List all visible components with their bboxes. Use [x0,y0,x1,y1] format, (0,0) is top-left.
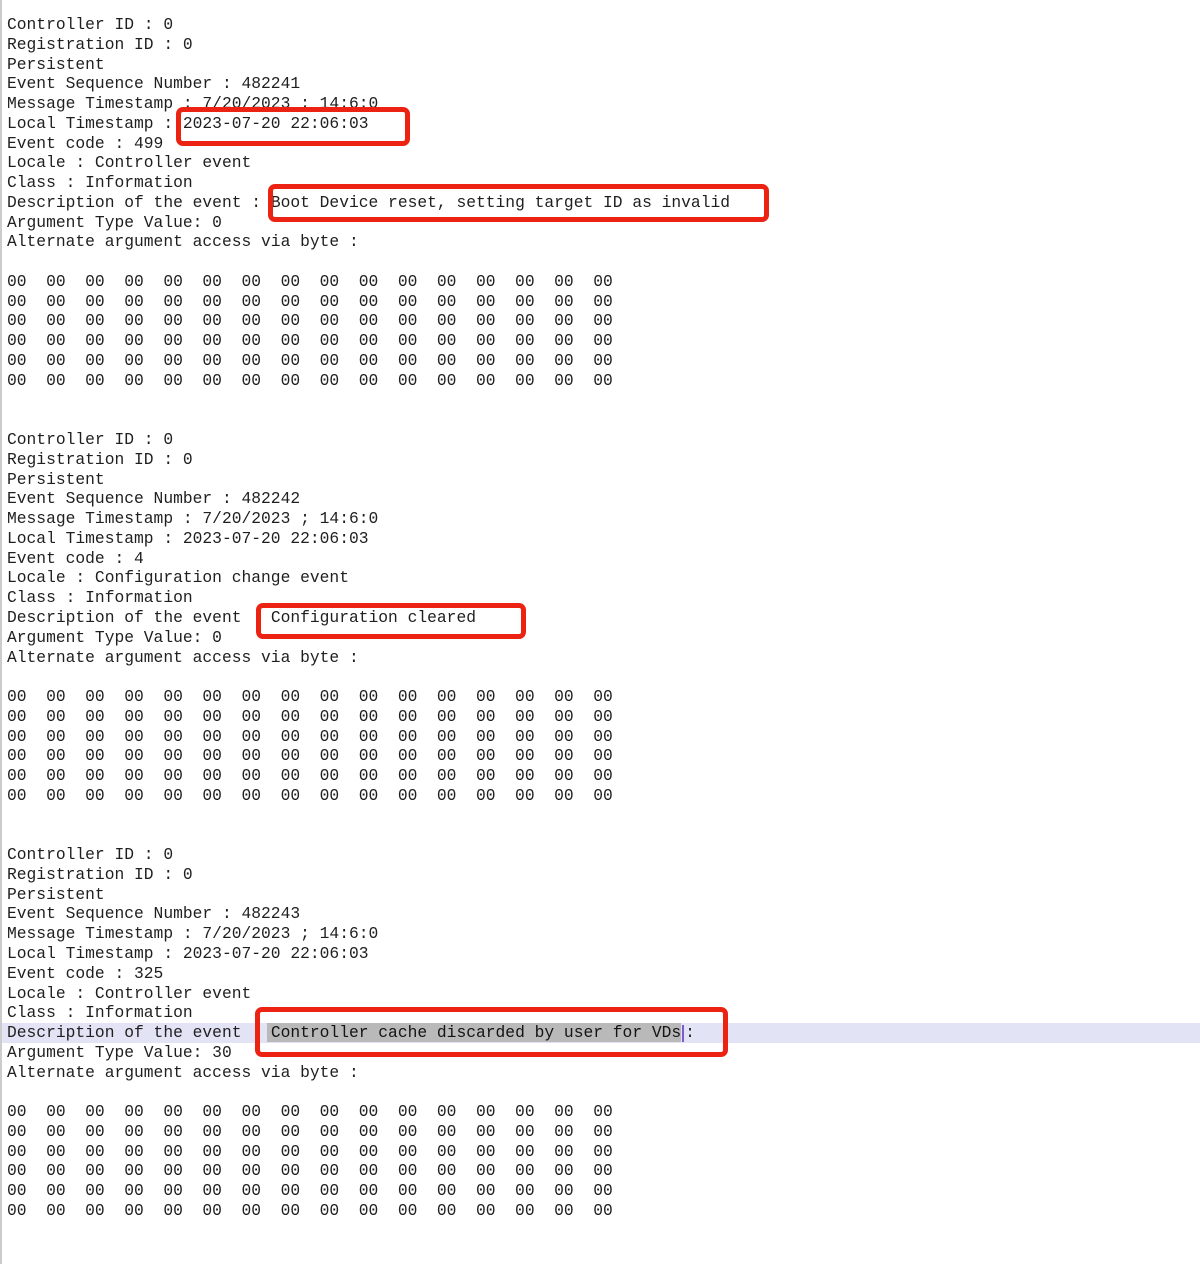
field-controller-id: Controller ID : 0 [7,430,1200,450]
blank-line [7,806,1200,826]
field-persistent: Persistent [7,55,1200,75]
event-log-text[interactable]: Controller ID : 0Registration ID : 0Pers… [0,0,1200,1260]
field-locale: Locale : Configuration change event [7,568,1200,588]
window-left-edge [0,0,2,1264]
hex-dump-row: 00 00 00 00 00 00 00 00 00 00 00 00 00 0… [7,311,1200,331]
description-text: Configuration cleared [271,608,476,627]
hex-dump-row: 00 00 00 00 00 00 00 00 00 00 00 00 00 0… [7,1142,1200,1162]
field-locale: Locale : Controller event [7,153,1200,173]
blank-line [7,410,1200,430]
field-alternate-argument: Alternate argument access via byte : [7,232,1200,252]
field-message-timestamp: Message Timestamp : 7/20/2023 ; 14:6:0 [7,94,1200,114]
field-event-code: Event code : 499 [7,134,1200,154]
field-description: Description of the event Configuration c… [7,608,1200,628]
field-controller-id: Controller ID : 0 [7,845,1200,865]
field-description: Description of the event Controller cach… [0,1023,1200,1043]
hex-dump-row: 00 00 00 00 00 00 00 00 00 00 00 00 00 0… [7,292,1200,312]
blank-line [7,1240,1200,1260]
field-registration-id: Registration ID : 0 [7,35,1200,55]
field-class: Class : Information [7,588,1200,608]
hex-dump-row: 00 00 00 00 00 00 00 00 00 00 00 00 00 0… [7,727,1200,747]
field-message-timestamp: Message Timestamp : 7/20/2023 ; 14:6:0 [7,924,1200,944]
hex-dump-row: 00 00 00 00 00 00 00 00 00 00 00 00 00 0… [7,1181,1200,1201]
hex-dump-row: 00 00 00 00 00 00 00 00 00 00 00 00 00 0… [7,1161,1200,1181]
field-argument-type-value: Argument Type Value: 30 [7,1043,1200,1063]
hex-dump-row: 00 00 00 00 00 00 00 00 00 00 00 00 00 0… [7,1122,1200,1142]
field-alternate-argument: Alternate argument access via byte : [7,648,1200,668]
hex-dump-row: 00 00 00 00 00 00 00 00 00 00 00 00 00 0… [7,707,1200,727]
field-controller-id: Controller ID : 0 [7,15,1200,35]
field-locale: Locale : Controller event [7,984,1200,1004]
description-label: Description of the event [7,608,271,627]
hex-dump-row: 00 00 00 00 00 00 00 00 00 00 00 00 00 0… [7,371,1200,391]
blank-line [7,667,1200,687]
field-event-code: Event code : 325 [7,964,1200,984]
description-text: Boot Device reset, setting target ID as … [271,193,730,212]
field-registration-id: Registration ID : 0 [7,865,1200,885]
field-argument-type-value: Argument Type Value: 0 [7,213,1200,233]
hex-dump-row: 00 00 00 00 00 00 00 00 00 00 00 00 00 0… [7,687,1200,707]
field-message-timestamp: Message Timestamp : 7/20/2023 ; 14:6:0 [7,509,1200,529]
field-local-timestamp: Local Timestamp : 2023-07-20 22:06:03 [7,944,1200,964]
field-local-timestamp: Local Timestamp : 2023-07-20 22:06:03 [7,529,1200,549]
field-event-sequence-number: Event Sequence Number : 482241 [7,74,1200,94]
hex-dump-row: 00 00 00 00 00 00 00 00 00 00 00 00 00 0… [7,766,1200,786]
blank-line [7,1082,1200,1102]
text-cursor [682,1025,684,1042]
field-event-sequence-number: Event Sequence Number : 482243 [7,904,1200,924]
field-persistent: Persistent [7,885,1200,905]
field-event-sequence-number: Event Sequence Number : 482242 [7,489,1200,509]
field-event-code: Event code : 4 [7,549,1200,569]
hex-dump-row: 00 00 00 00 00 00 00 00 00 00 00 00 00 0… [7,786,1200,806]
field-description: Description of the event : Boot Device r… [7,193,1200,213]
selected-description-text: Controller cache discarded by user for V… [267,1023,681,1042]
field-alternate-argument: Alternate argument access via byte : [7,1063,1200,1083]
field-class: Class : Information [7,173,1200,193]
hex-dump-row: 00 00 00 00 00 00 00 00 00 00 00 00 00 0… [7,331,1200,351]
blank-line [7,1221,1200,1241]
blank-line [7,252,1200,272]
blank-line [7,825,1200,845]
hex-dump-row: 00 00 00 00 00 00 00 00 00 00 00 00 00 0… [7,1201,1200,1221]
field-persistent: Persistent [7,470,1200,490]
description-suffix: : [685,1023,695,1042]
hex-dump-row: 00 00 00 00 00 00 00 00 00 00 00 00 00 0… [7,746,1200,766]
description-label: Description of the event : [7,193,271,212]
description-label: Description of the event [7,1023,271,1042]
hex-dump-row: 00 00 00 00 00 00 00 00 00 00 00 00 00 0… [7,351,1200,371]
field-argument-type-value: Argument Type Value: 0 [7,628,1200,648]
field-registration-id: Registration ID : 0 [7,450,1200,470]
hex-dump-row: 00 00 00 00 00 00 00 00 00 00 00 00 00 0… [7,1102,1200,1122]
field-local-timestamp: Local Timestamp : 2023-07-20 22:06:03 [7,114,1200,134]
field-class: Class : Information [7,1003,1200,1023]
hex-dump-row: 00 00 00 00 00 00 00 00 00 00 00 00 00 0… [7,272,1200,292]
blank-line [7,391,1200,411]
